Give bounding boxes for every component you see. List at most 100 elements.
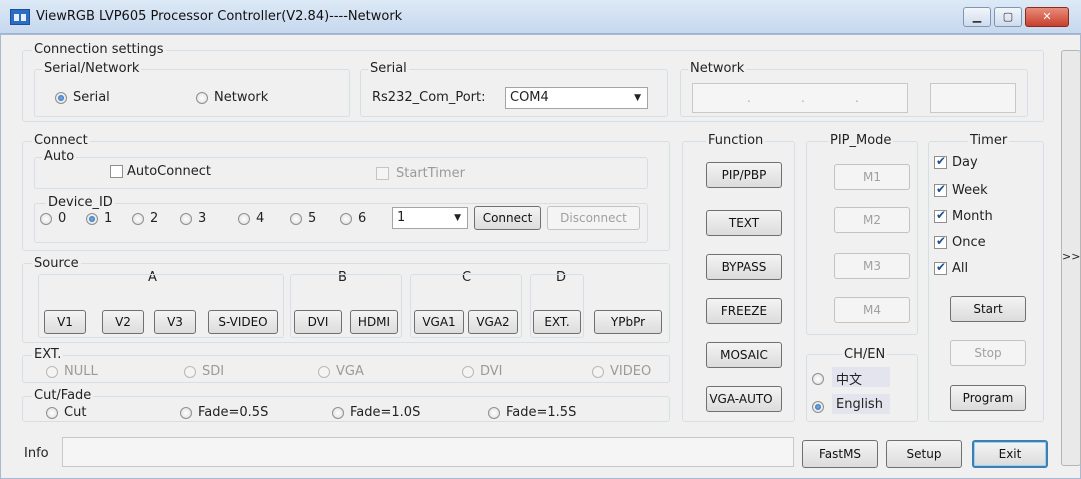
- com-port-select[interactable]: COM4 ▼: [505, 87, 648, 109]
- ext-label: EXT.: [32, 347, 64, 362]
- serial-network-label: Serial/Network: [42, 61, 142, 76]
- ext-video-radio[interactable]: [592, 366, 604, 378]
- fade-05-radio[interactable]: [180, 407, 192, 419]
- device-id-radio-label: 3: [198, 211, 207, 226]
- ext-sdi-radio[interactable]: [184, 366, 196, 378]
- device-id-radio-3[interactable]: [180, 213, 192, 225]
- source-label: Source: [32, 256, 81, 271]
- cut-radio[interactable]: [46, 407, 58, 419]
- bypass-button[interactable]: BYPASS: [706, 254, 782, 280]
- source-hdmi-button[interactable]: HDMI: [350, 310, 398, 334]
- ip-separator: .: [855, 91, 859, 105]
- cutfade-option-label: Cut: [64, 405, 87, 420]
- pip-mode-m3-button[interactable]: M3: [834, 253, 910, 279]
- connect-label: Connect: [32, 133, 90, 148]
- device-id-value: 1: [397, 210, 406, 225]
- pip-pbp-button[interactable]: PIP/PBP: [706, 162, 782, 188]
- connection-settings-label: Connection settings: [32, 42, 166, 57]
- expand-toggle[interactable]: >>: [1062, 250, 1080, 263]
- mosaic-button[interactable]: MOSAIC: [706, 342, 782, 368]
- window-title: ViewRGB LVP605 Processor Controller(V2.8…: [36, 9, 403, 24]
- freeze-button[interactable]: FREEZE: [706, 298, 782, 324]
- device-id-radio-label: 0: [58, 211, 67, 226]
- cutfade-label: Cut/Fade: [32, 388, 94, 403]
- exit-button[interactable]: Exit: [972, 440, 1048, 468]
- device-id-radio-label: 4: [256, 211, 265, 226]
- source-vga2-button[interactable]: VGA2: [468, 310, 518, 334]
- english-radio[interactable]: [812, 401, 824, 413]
- text-button[interactable]: TEXT: [706, 210, 782, 236]
- starttimer-label: StartTimer: [396, 166, 465, 181]
- fade-15-radio[interactable]: [488, 407, 500, 419]
- maximize-button[interactable]: ▢: [994, 7, 1022, 27]
- device-id-radio-0[interactable]: [40, 213, 52, 225]
- connect-button[interactable]: Connect: [474, 206, 541, 230]
- ext-dvi-radio[interactable]: [462, 366, 474, 378]
- ext-option-label: VIDEO: [610, 364, 652, 379]
- source-ext-button[interactable]: EXT.: [533, 310, 581, 334]
- chevron-down-icon: ▼: [634, 93, 641, 103]
- ext-option-label: SDI: [202, 364, 225, 379]
- timer-week-checkbox[interactable]: [934, 182, 947, 197]
- port-field[interactable]: [930, 83, 1016, 113]
- source-ypbpr-button[interactable]: YPbPr: [594, 310, 662, 334]
- source-v2-button[interactable]: V2: [102, 310, 144, 334]
- timer-label: Timer: [968, 133, 1010, 148]
- device-id-radio-4[interactable]: [238, 213, 250, 225]
- serial-group-label: Serial: [368, 61, 409, 76]
- function-label: Function: [706, 133, 766, 148]
- device-id-radio-label: 5: [308, 211, 317, 226]
- device-id-radio-label: 1: [104, 211, 113, 226]
- ext-vga-radio[interactable]: [318, 366, 330, 378]
- disconnect-button[interactable]: Disconnect: [547, 206, 640, 230]
- minimize-button[interactable]: ▁: [963, 7, 991, 27]
- chinese-radio[interactable]: [812, 373, 824, 385]
- timer-start-button[interactable]: Start: [950, 296, 1026, 322]
- cutfade-option-label: Fade=1.0S: [350, 405, 421, 420]
- timer-month-label: Month: [952, 209, 993, 224]
- source-dvi-button[interactable]: DVI: [294, 310, 342, 334]
- timer-once-checkbox[interactable]: [934, 234, 947, 249]
- timer-month-checkbox[interactable]: [934, 208, 947, 223]
- device-id-radio-label: 6: [358, 211, 367, 226]
- autoconnect-checkbox[interactable]: [110, 165, 123, 178]
- device-id-radio-1[interactable]: [86, 213, 98, 225]
- source-vga1-button[interactable]: VGA1: [414, 310, 464, 334]
- ext-null-radio[interactable]: [46, 366, 58, 378]
- pip-mode-m2-button[interactable]: M2: [834, 207, 910, 233]
- chen-label: CH/EN: [842, 347, 888, 362]
- close-button[interactable]: ✕: [1025, 7, 1069, 27]
- network-group-label: Network: [688, 61, 747, 76]
- com-port-value: COM4: [510, 90, 549, 105]
- setup-button[interactable]: Setup: [886, 440, 962, 468]
- ext-option-label: VGA: [336, 364, 364, 379]
- serial-radio-label: Serial: [73, 90, 110, 105]
- timer-stop-button[interactable]: Stop: [950, 340, 1026, 366]
- device-id-radio-6[interactable]: [340, 213, 352, 225]
- ext-option-label: DVI: [480, 364, 503, 379]
- vga-auto-button[interactable]: VGA-AUTO: [706, 386, 782, 412]
- device-id-select[interactable]: 1 ▼: [392, 207, 468, 229]
- source-v1-button[interactable]: V1: [44, 310, 86, 334]
- ip-address-field[interactable]: . . .: [692, 83, 908, 113]
- info-field[interactable]: [62, 437, 794, 467]
- source-svideo-button[interactable]: S-VIDEO: [208, 310, 278, 334]
- title-bar: ViewRGB LVP605 Processor Controller(V2.8…: [0, 0, 1081, 34]
- device-id-radio-2[interactable]: [132, 213, 144, 225]
- chevron-down-icon: ▼: [454, 213, 461, 223]
- pip-mode-m1-button[interactable]: M1: [834, 164, 910, 190]
- timer-program-button[interactable]: Program: [950, 385, 1026, 411]
- network-radio-label: Network: [214, 90, 269, 105]
- device-id-radio-5[interactable]: [290, 213, 302, 225]
- timer-all-checkbox[interactable]: [934, 260, 947, 275]
- english-label: English: [836, 397, 883, 412]
- network-radio[interactable]: [196, 92, 208, 104]
- pip-mode-m4-button[interactable]: M4: [834, 297, 910, 323]
- auto-label: Auto: [42, 149, 77, 164]
- fastms-button[interactable]: FastMS: [802, 440, 878, 468]
- starttimer-checkbox[interactable]: [376, 167, 389, 180]
- source-v3-button[interactable]: V3: [154, 310, 196, 334]
- fade-10-radio[interactable]: [332, 407, 344, 419]
- serial-radio[interactable]: [55, 92, 67, 104]
- timer-day-checkbox[interactable]: [934, 154, 947, 169]
